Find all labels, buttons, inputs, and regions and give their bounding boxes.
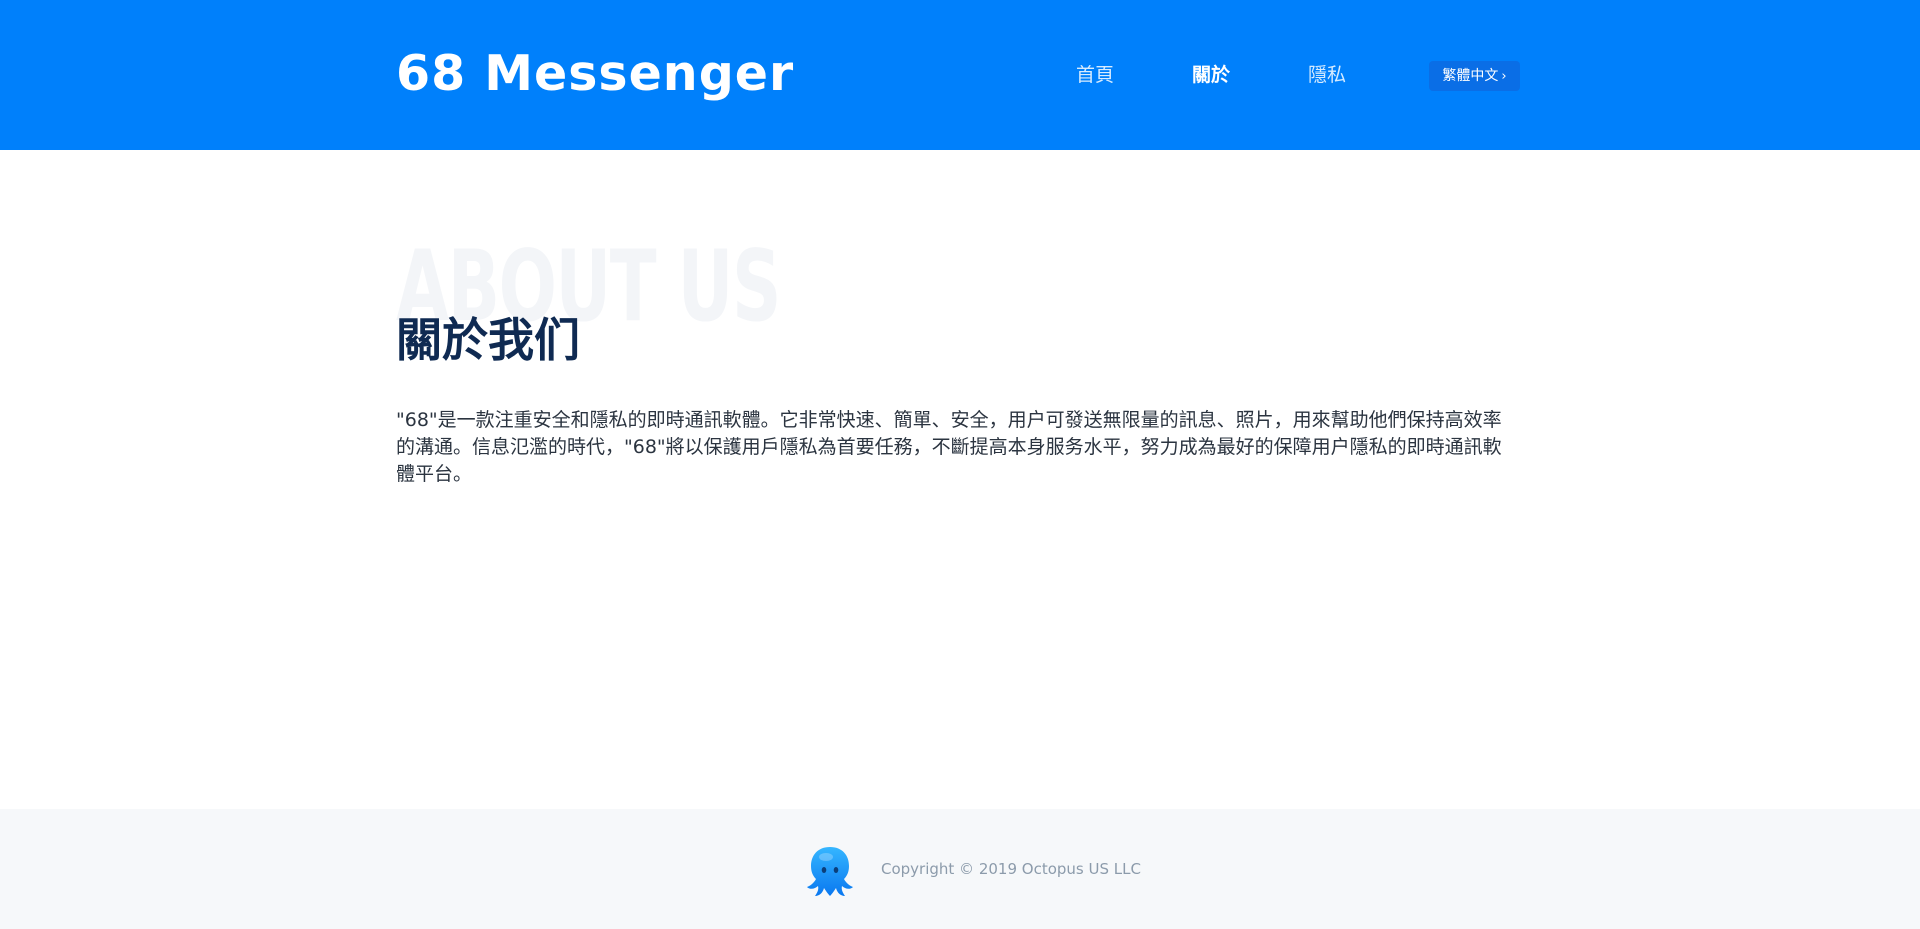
nav-item-about[interactable]: 關於 — [1192, 60, 1230, 90]
page-title: 關於我们 — [396, 313, 580, 367]
octopus-icon — [807, 847, 853, 896]
language-selector-button[interactable]: 繁體中文 › — [1429, 61, 1520, 91]
site-logo[interactable]: 68 Messenger — [396, 44, 794, 104]
copyright-text: Copyright © 2019 Octopus US LLC — [881, 860, 1141, 878]
language-label: 繁體中文 — [1442, 68, 1499, 84]
chevron-right-icon: › — [1501, 69, 1507, 84]
nav-item-privacy[interactable]: 隱私 — [1308, 60, 1346, 90]
about-description: "68"是一款注重安全和隱私的即時通訊軟體。它非常快速、簡單、安全，用户可發送無… — [396, 409, 1502, 485]
site-header: 68 Messenger 首頁 關於 隱私 繁體中文 › — [0, 0, 1920, 150]
nav-item-home[interactable]: 首頁 — [1076, 60, 1114, 90]
